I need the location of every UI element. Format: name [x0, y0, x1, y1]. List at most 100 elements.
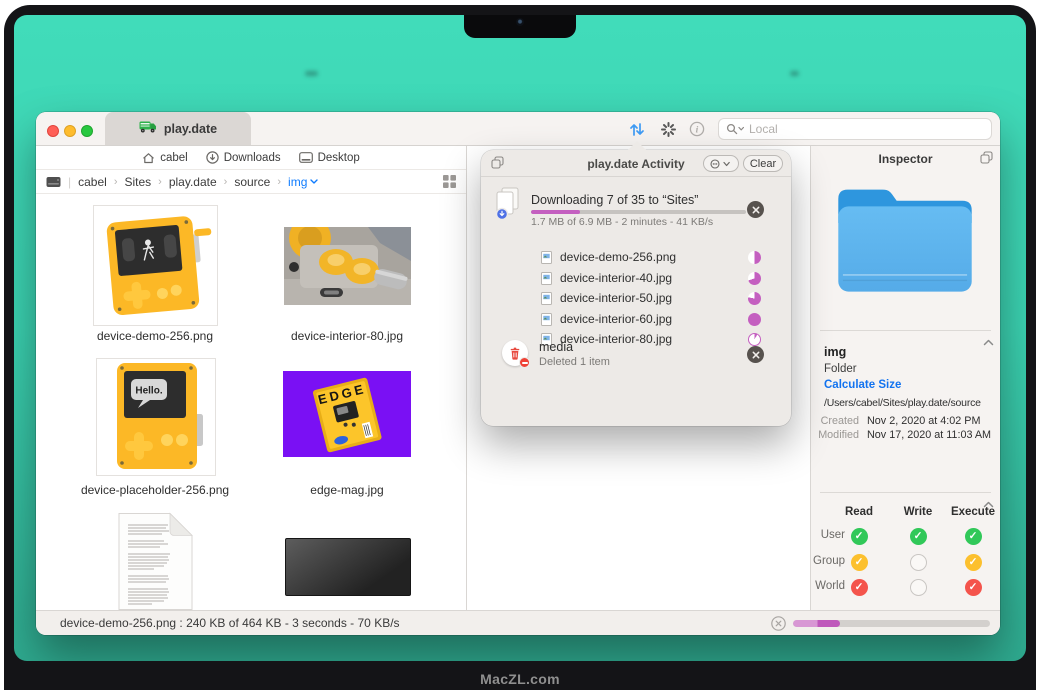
file-thumbnail-text-doc[interactable]	[113, 512, 198, 610]
file-thumbnail-device-demo[interactable]	[93, 205, 218, 326]
status-progress-bar	[793, 620, 990, 627]
transfer-status-text: device-demo-256.png : 240 KB of 464 KB -…	[60, 616, 400, 630]
file-label[interactable]: edge-mag.jpg	[237, 483, 457, 497]
selected-item-kind: Folder	[824, 363, 857, 375]
tag-blue[interactable]	[906, 453, 920, 467]
crumb-playdate[interactable]: play.date	[169, 175, 217, 189]
activity-file-name: device-interior-50.jpg	[560, 291, 740, 305]
activity-file-row: device-interior-40.jpg	[541, 268, 761, 288]
tag-yellow[interactable]	[864, 453, 878, 467]
perm-row-label-world: World	[811, 580, 845, 592]
display-notch	[464, 15, 576, 38]
device-interior-image	[284, 227, 411, 305]
collapse-info-chevron-icon[interactable]	[983, 333, 994, 351]
perm-user-read[interactable]: ✓	[851, 528, 868, 545]
perm-user-execute[interactable]: ✓	[965, 528, 982, 545]
file-thumbnail-edge-mag[interactable]: EDGE	[283, 371, 411, 457]
file-label[interactable]: device-demo-256.png	[45, 329, 265, 343]
path-separator: |	[68, 175, 71, 189]
file-thumbnail-device-placeholder[interactable]: Hello.	[96, 358, 216, 476]
tag-gray[interactable]	[948, 453, 962, 467]
file-thumbnail-dark-banner[interactable]	[285, 538, 411, 596]
disk-icon[interactable]	[46, 176, 61, 188]
search-input[interactable]	[749, 122, 984, 136]
modified-value: Nov 17, 2020 at 11:03 AM	[867, 429, 991, 441]
transfer-detail: 1.7 MB of 6.9 MB - 2 minutes - 41 KB/s	[531, 216, 713, 228]
activity-options-button[interactable]	[703, 155, 739, 172]
image-file-icon	[541, 313, 552, 326]
perm-group-write[interactable]	[910, 554, 927, 571]
crumb-img-dropdown[interactable]: img	[288, 175, 318, 189]
favorite-home[interactable]: cabel	[142, 152, 188, 164]
perm-header-read: Read	[834, 506, 884, 518]
perm-row-label-group: Group	[811, 555, 845, 567]
perm-user-write[interactable]: ✓	[910, 528, 927, 545]
perm-world-write[interactable]	[910, 579, 927, 596]
transmit-truck-icon	[139, 120, 157, 138]
perm-group-execute[interactable]: ✓	[965, 554, 982, 571]
info-button[interactable]: i	[684, 119, 710, 139]
file-label[interactable]: device-placeholder-256.png	[45, 483, 265, 497]
cancel-transfer-icon[interactable]	[771, 616, 786, 636]
activity-file-name: device-demo-256.png	[560, 250, 740, 264]
tag-red[interactable]	[822, 453, 836, 467]
desktop-smudge	[790, 71, 799, 76]
status-bar: device-demo-256.png : 240 KB of 464 KB -…	[36, 610, 1000, 635]
file-thumbnail-device-interior[interactable]	[284, 227, 411, 305]
transfers-toggle-button[interactable]	[624, 119, 650, 139]
close-button[interactable]	[47, 125, 59, 137]
playdate-device-image	[94, 206, 217, 325]
minimize-button[interactable]	[64, 125, 76, 137]
divider	[481, 176, 791, 177]
activity-file-name: device-interior-60.jpg	[560, 312, 740, 326]
divider	[820, 492, 991, 493]
activity-file-row: device-interior-50.jpg	[541, 288, 761, 308]
favorite-label: cabel	[160, 152, 188, 164]
clear-button[interactable]: Clear	[743, 155, 783, 172]
created-value: Nov 2, 2020 at 4:02 PM	[867, 415, 980, 427]
modified-label: Modified	[811, 429, 859, 441]
desktop-smudge	[305, 71, 318, 76]
tag-purple[interactable]	[927, 453, 941, 467]
crumb-sites[interactable]: Sites	[124, 175, 151, 189]
deleted-item-name: media	[539, 340, 573, 354]
webcam-icon	[516, 18, 524, 26]
svg-text:i: i	[696, 125, 699, 135]
up-down-arrows-icon	[629, 122, 645, 137]
inspector-title: Inspector	[811, 152, 1000, 166]
crumb-chevron: ›	[277, 176, 281, 188]
info-circle-icon: i	[689, 121, 705, 137]
created-row: Created Nov 2, 2020 at 4:02 PM	[811, 415, 1000, 427]
text-document-image	[113, 512, 198, 610]
crumb-cabel[interactable]: cabel	[78, 175, 107, 189]
perm-world-execute[interactable]: ✓	[965, 579, 982, 596]
tab-playdate[interactable]: play.date	[105, 112, 251, 145]
tag-green[interactable]	[885, 453, 899, 467]
file-grid: device-demo-256.png	[36, 194, 466, 610]
image-file-icon	[541, 251, 552, 264]
created-label: Created	[811, 415, 859, 427]
desktop: play.date i cabel	[14, 15, 1026, 661]
transfer-progress-bar	[531, 210, 746, 214]
search-field[interactable]	[718, 118, 992, 140]
dismiss-deleted-button[interactable]	[747, 346, 764, 363]
image-file-icon	[541, 292, 552, 305]
perm-group-read[interactable]: ✓	[851, 554, 868, 571]
calculate-size-link[interactable]: Calculate Size	[824, 379, 901, 391]
thumbnail-view-icon[interactable]	[443, 175, 456, 188]
zoom-button[interactable]	[81, 125, 93, 137]
crumb-source[interactable]: source	[234, 175, 270, 189]
favorite-desktop[interactable]: Desktop	[299, 152, 360, 164]
tag-orange[interactable]	[843, 453, 857, 467]
perm-header-execute: Execute	[948, 506, 998, 518]
cancel-download-button[interactable]	[747, 201, 764, 218]
copy-icon[interactable]	[980, 151, 993, 169]
trash-icon	[502, 340, 528, 366]
deleted-minus-badge	[519, 357, 530, 368]
folder-icon	[829, 173, 981, 304]
perm-world-read[interactable]: ✓	[851, 579, 868, 596]
favorite-downloads[interactable]: Downloads	[206, 151, 281, 164]
file-label[interactable]: device-interior-80.jpg	[237, 329, 457, 343]
actions-button[interactable]	[655, 119, 681, 139]
file-progress-pie	[748, 272, 761, 285]
